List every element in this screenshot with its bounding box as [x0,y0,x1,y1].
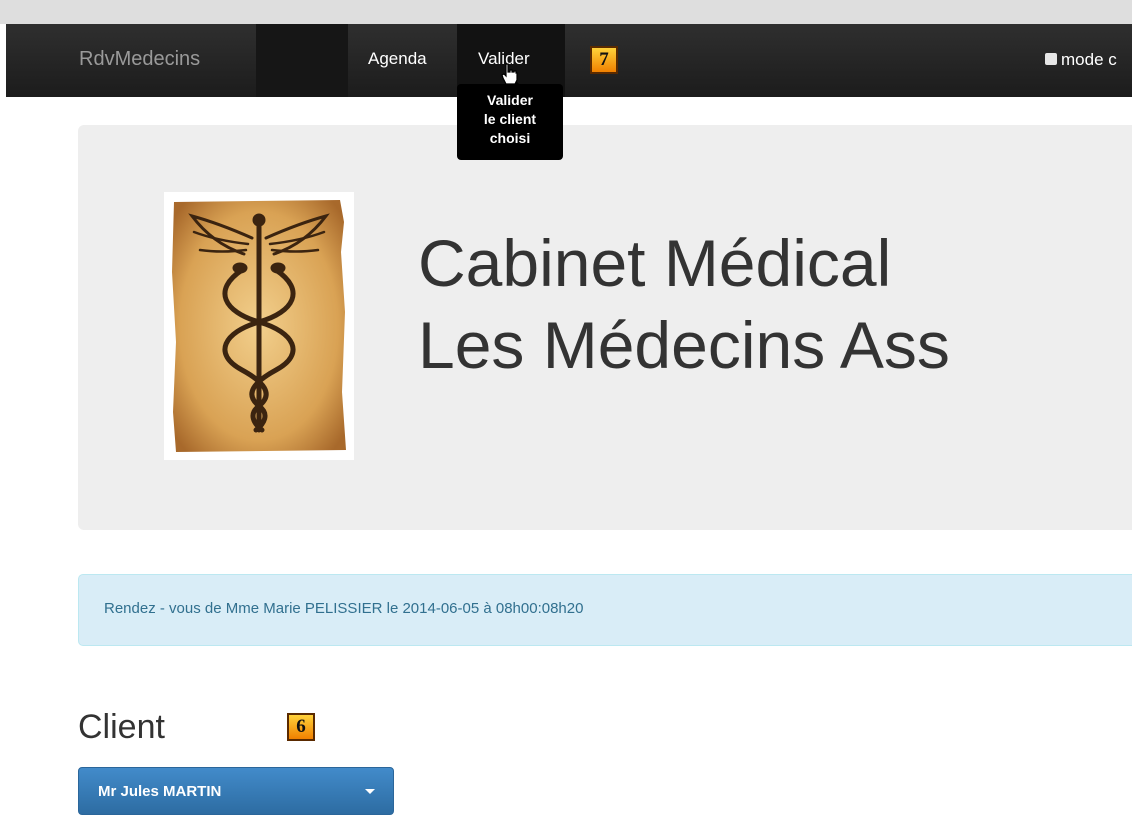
tooltip-text: Valider le client choisi [483,92,537,146]
clinic-logo [164,192,354,460]
step-badge-7: 7 [590,46,618,74]
mode-checkbox[interactable] [1045,53,1057,65]
caduceus-icon [172,200,346,452]
appointment-alert: Rendez - vous de Mme Marie PELISSIER le … [78,574,1143,646]
step-badge-6: 6 [287,713,315,741]
navbar-brand[interactable]: RdvMedecins [79,48,200,71]
mode-label: mode c [1061,50,1117,69]
page-title-line1: Cabinet Médical [418,226,892,300]
page-title-line2: Les Médecins Ass [418,308,950,382]
hand-pointer-icon [501,63,518,85]
client-dropdown[interactable]: Mr Jules MARTIN [78,767,394,815]
appointment-alert-text: Rendez - vous de Mme Marie PELISSIER le … [104,600,584,617]
nav-item-agenda[interactable]: Agenda [368,49,427,69]
navbar: RdvMedecins Agenda Valider 7 mode c [6,24,1132,97]
browser-top-strip [0,0,1143,24]
navbar-divider [256,24,348,97]
jumbotron: Cabinet Médical Les Médecins Ass [78,125,1143,530]
valider-tooltip: Valider le client choisi [457,84,563,160]
viewport-edge [1132,0,1143,825]
caret-down-icon [365,789,375,794]
client-selected-value: Mr Jules MARTIN [98,783,222,800]
client-heading: Client [78,708,165,746]
